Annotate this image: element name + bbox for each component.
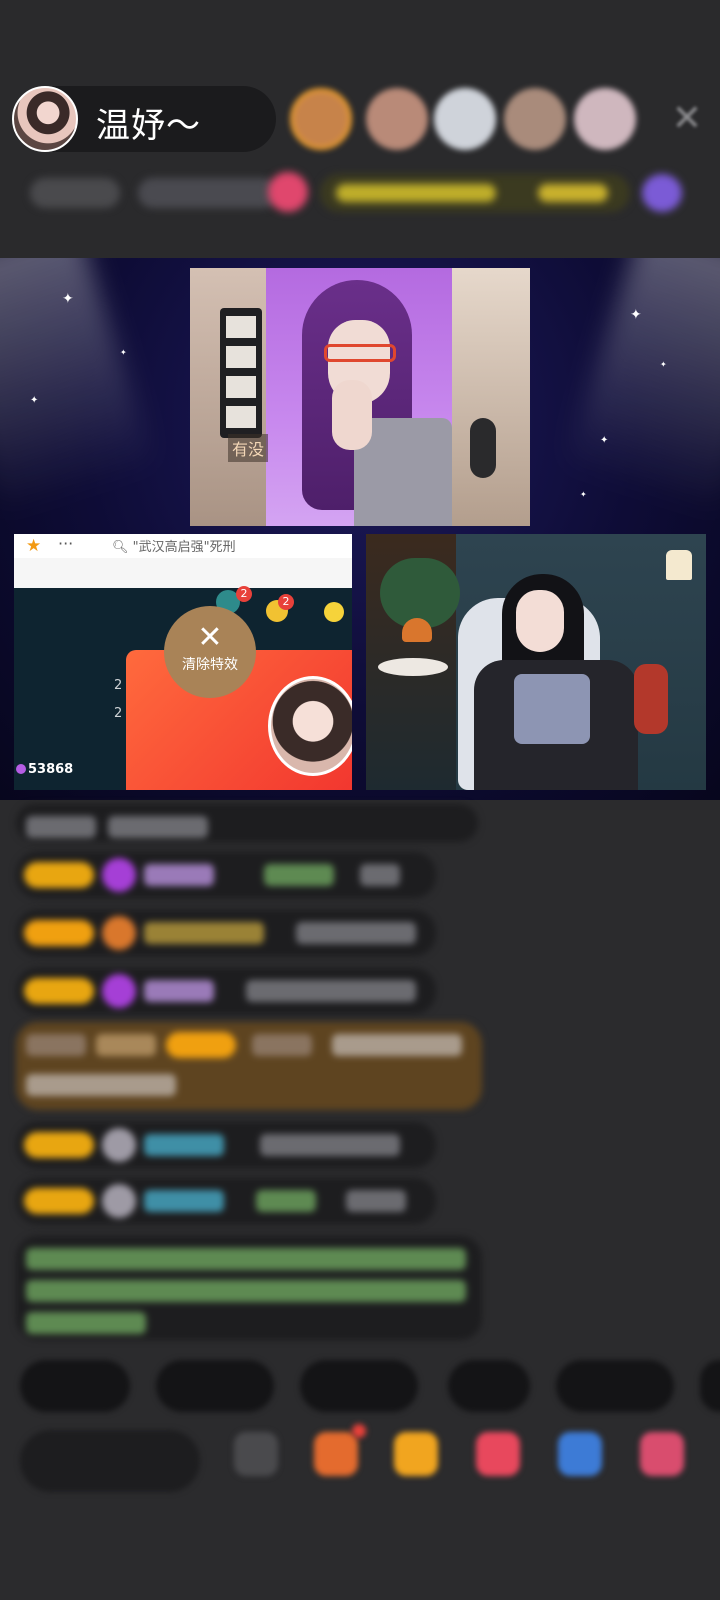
- viewer-count: 53868: [16, 762, 73, 777]
- star-decoration: ✦: [120, 348, 127, 357]
- viewer-avatar[interactable]: [366, 88, 428, 150]
- chat-message[interactable]: [16, 804, 478, 842]
- streamer-hand: [332, 380, 372, 450]
- browser-subbar: [14, 558, 352, 588]
- bottom-toolbar: [0, 1420, 720, 1504]
- chat-message[interactable]: [16, 968, 436, 1014]
- rank-info-row: [18, 168, 702, 220]
- viewer-avatar[interactable]: [504, 88, 566, 150]
- close-icon[interactable]: ✕: [164, 620, 256, 655]
- quick-reply-chip[interactable]: [700, 1360, 720, 1412]
- chat-message[interactable]: [16, 1122, 436, 1168]
- quick-reply-chip[interactable]: [448, 1360, 530, 1412]
- video-feed-top[interactable]: [190, 268, 530, 526]
- glasses: [324, 344, 396, 362]
- spotlight-left: [0, 258, 157, 517]
- wall-lamp: [666, 550, 692, 580]
- search-hint: 🔍︎ "武汉高启强"死刑: [112, 540, 236, 555]
- star-decoration: ✦: [30, 395, 39, 406]
- quick-reply-chip[interactable]: [20, 1360, 130, 1412]
- rank-chip[interactable]: [336, 184, 496, 202]
- chat-message[interactable]: [16, 852, 436, 898]
- cosplay-streamer: [266, 268, 452, 526]
- browser-bar: ★ ··· 🔍︎ "武汉高启强"死刑: [14, 534, 352, 558]
- chat-input[interactable]: [20, 1430, 200, 1492]
- star-decoration: ✦: [630, 307, 642, 323]
- top-bar: 温妤～ ✕: [0, 0, 720, 258]
- gift-icon: [324, 602, 344, 622]
- viewer-avatar[interactable]: [290, 88, 352, 150]
- streamer-face: [516, 590, 564, 652]
- chat-message[interactable]: [16, 1178, 436, 1224]
- video-caption: 有没: [228, 434, 269, 462]
- close-icon[interactable]: ✕: [664, 96, 710, 142]
- side-digit: 2: [114, 678, 123, 693]
- bottom-padding: [0, 1504, 720, 1600]
- gift-icon[interactable]: [268, 172, 308, 212]
- video-feed-right[interactable]: [366, 534, 706, 790]
- notification-dot: [352, 1424, 366, 1438]
- avatar: [268, 676, 352, 776]
- host-info-pill[interactable]: 温妤～: [12, 86, 276, 152]
- more-icon: ···: [58, 534, 74, 553]
- side-table: [378, 658, 448, 676]
- viewer-avatar[interactable]: [574, 88, 636, 150]
- rank-icon[interactable]: [642, 174, 682, 212]
- quick-reply-chip[interactable]: [300, 1360, 418, 1412]
- badge-count: 2: [278, 594, 294, 610]
- star-icon: ★: [26, 536, 42, 556]
- wall-frames: [220, 308, 262, 438]
- game-icon[interactable]: [558, 1432, 602, 1476]
- streamer-top: [514, 674, 590, 744]
- star-decoration: ✦: [660, 360, 667, 369]
- quick-reply-chip[interactable]: [156, 1360, 274, 1412]
- more-apps-icon[interactable]: [640, 1432, 684, 1476]
- microphone: [470, 418, 496, 478]
- room-background: [450, 268, 530, 526]
- chat-message[interactable]: [16, 1022, 482, 1110]
- host-name: 温妤～: [96, 106, 201, 146]
- host-avatar[interactable]: [12, 86, 78, 152]
- star-decoration: ✦: [600, 435, 609, 446]
- rank-chip[interactable]: [30, 178, 120, 208]
- chat-message[interactable]: [16, 910, 436, 956]
- heart-icon[interactable]: [476, 1432, 520, 1476]
- lamp: [402, 618, 432, 642]
- emoji-icon[interactable]: [234, 1432, 278, 1476]
- rank-chip[interactable]: [538, 184, 608, 202]
- badge-count: 2: [236, 586, 252, 602]
- live-video-area[interactable]: ✦ ✦ ✦ ✦ ✦ ✦ ✦ 有没 ★ ··· 🔍︎ "武汉高启强"死刑 2 2: [0, 258, 720, 800]
- side-digit: 2: [114, 706, 123, 721]
- gift-box-icon[interactable]: [314, 1432, 358, 1476]
- toy-bear: [634, 664, 668, 734]
- search-hint-text: "武汉高启强"死刑: [132, 540, 236, 555]
- quick-reply-row: [0, 1360, 720, 1412]
- gift-icon[interactable]: [394, 1432, 438, 1476]
- star-decoration: ✦: [62, 291, 74, 307]
- rank-chip[interactable]: [138, 178, 278, 208]
- video-feed-screen-share[interactable]: ★ ··· 🔍︎ "武汉高启强"死刑 2 2 2 2 ✕ 清除特效 53868: [14, 534, 352, 790]
- spotlight-right: [563, 258, 720, 517]
- viewer-avatar[interactable]: [434, 88, 496, 150]
- star-decoration: ✦: [580, 490, 587, 499]
- quick-reply-chip[interactable]: [556, 1360, 674, 1412]
- chat-list[interactable]: [0, 800, 720, 1360]
- system-message: [16, 1236, 482, 1340]
- clear-effects-label: 清除特效: [182, 657, 238, 673]
